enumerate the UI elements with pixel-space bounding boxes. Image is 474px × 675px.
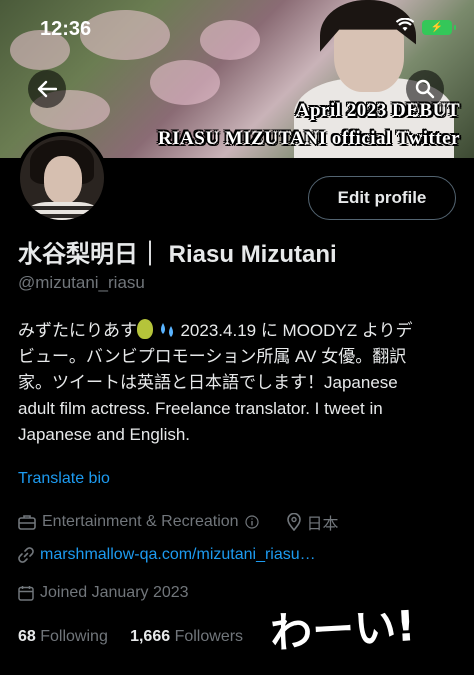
profile-website-row[interactable]: marshmallow-qa.com/mizutani_riasu…: [18, 546, 316, 564]
following-link[interactable]: 68 Following: [18, 628, 108, 645]
link-icon: [18, 547, 34, 563]
calendar-icon: [18, 586, 34, 601]
translate-bio-link[interactable]: Translate bio: [18, 470, 110, 488]
banner-title-text: RIASU MIZUTANI official Twitter: [157, 128, 460, 149]
profile-location: 日本: [306, 516, 339, 533]
profile-bio: みずたにりあす 2023.4.19 に MOODYZ よりデ ビュー。バンビプロ…: [18, 319, 413, 444]
avatar[interactable]: [16, 132, 108, 224]
profile-category-row: Entertainment & Recreation 日本: [18, 510, 339, 534]
follow-stats: 68 Following 1,666 Followers: [18, 628, 243, 646]
pear-emoji-icon: [137, 319, 153, 339]
status-time: 12:36: [40, 18, 92, 40]
profile-website-link[interactable]: marshmallow-qa.com/mizutani_riasu…: [40, 546, 316, 564]
info-icon[interactable]: [244, 515, 259, 529]
display-name: 水谷梨明日｜ Riasu Mizutani: [18, 241, 337, 268]
status-icons: ⚡: [395, 17, 456, 37]
followers-link[interactable]: 1,666 Followers: [130, 628, 243, 645]
briefcase-icon: [18, 515, 36, 530]
user-handle: @mizutani_riasu: [18, 273, 145, 292]
edit-profile-button[interactable]: Edit profile: [308, 176, 456, 220]
profile-joined-row: Joined January 2023: [18, 584, 189, 602]
banner-debut-text: April 2023 DEBUT: [295, 100, 460, 121]
profile-joined: Joined January 2023: [40, 584, 189, 601]
back-button[interactable]: [28, 70, 66, 108]
wifi-icon: [395, 17, 415, 37]
sweat-drops-emoji-icon: [160, 323, 173, 337]
profile-category: Entertainment & Recreation: [42, 513, 239, 530]
battery-charging-icon: ⚡: [422, 20, 456, 35]
arrow-left-icon: [37, 80, 57, 98]
overlay-sticker-text: わーい!: [268, 601, 417, 658]
location-pin-icon: [286, 513, 301, 531]
search-icon: [415, 79, 435, 99]
